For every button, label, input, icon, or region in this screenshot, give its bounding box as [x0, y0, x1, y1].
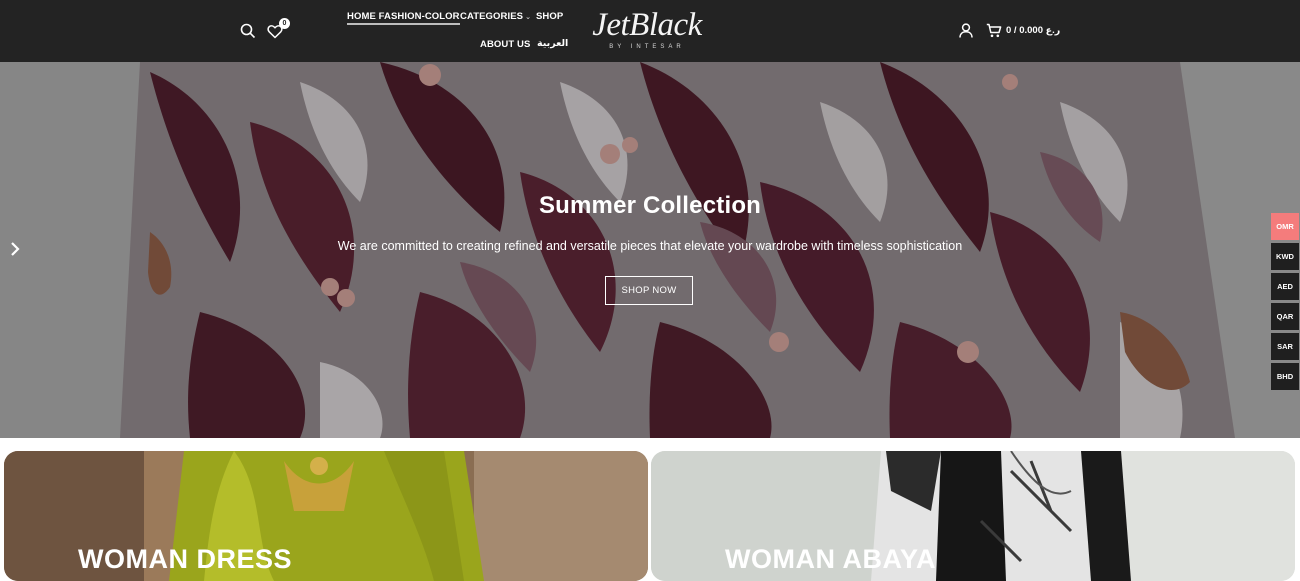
- chevron-down-icon: ⌄: [525, 14, 532, 21]
- hero-slider: Summer Collection We are committed to cr…: [0, 62, 1300, 438]
- currency-omr[interactable]: OMR: [1271, 213, 1299, 240]
- currency-sar[interactable]: SAR: [1271, 333, 1299, 360]
- nav-categories[interactable]: CATEGORIES ⌄: [460, 11, 531, 22]
- logo-tagline: BY INTESAR: [609, 44, 685, 50]
- wishlist-count-badge: 0: [279, 18, 290, 29]
- currency-bhd[interactable]: BHD: [1271, 363, 1299, 390]
- nav-arabic-language[interactable]: العربية: [537, 38, 568, 49]
- site-header: 0 HOME FASHION-COLOR CATEGORIES ⌄ SHOP AB…: [0, 0, 1300, 62]
- currency-aed[interactable]: AED: [1271, 273, 1299, 300]
- wishlist-icon[interactable]: 0: [266, 18, 290, 40]
- account-icon[interactable]: [958, 22, 974, 39]
- nav-home-fashion-color[interactable]: HOME FASHION-COLOR: [347, 11, 460, 25]
- category-card-woman-abaya[interactable]: WOMAN ABAYA: [651, 451, 1295, 581]
- currency-qar[interactable]: QAR: [1271, 303, 1299, 330]
- category-card-woman-dress[interactable]: WOMAN DRESS: [4, 451, 648, 581]
- search-icon[interactable]: [239, 22, 257, 40]
- currency-kwd[interactable]: KWD: [1271, 243, 1299, 270]
- site-logo[interactable]: JetBlack BY INTESAR: [582, 8, 712, 56]
- hero-subtitle: We are committed to creating refined and…: [337, 239, 963, 253]
- hero-title: Summer Collection: [538, 192, 762, 219]
- nav-about-us[interactable]: ABOUT US: [480, 39, 530, 50]
- nav-shop[interactable]: SHOP: [536, 11, 563, 22]
- cart-icon[interactable]: [985, 22, 1002, 39]
- cart-total[interactable]: 0 / 0.000 ر.ع: [1006, 25, 1060, 36]
- logo-wordmark: JetBlack: [592, 7, 702, 43]
- woman-abaya-title: WOMAN ABAYA: [725, 544, 937, 574]
- woman-dress-title: WOMAN DRESS: [78, 544, 292, 574]
- nav-categories-label: CATEGORIES: [460, 11, 524, 22]
- shop-now-button[interactable]: SHOP NOW: [605, 276, 693, 305]
